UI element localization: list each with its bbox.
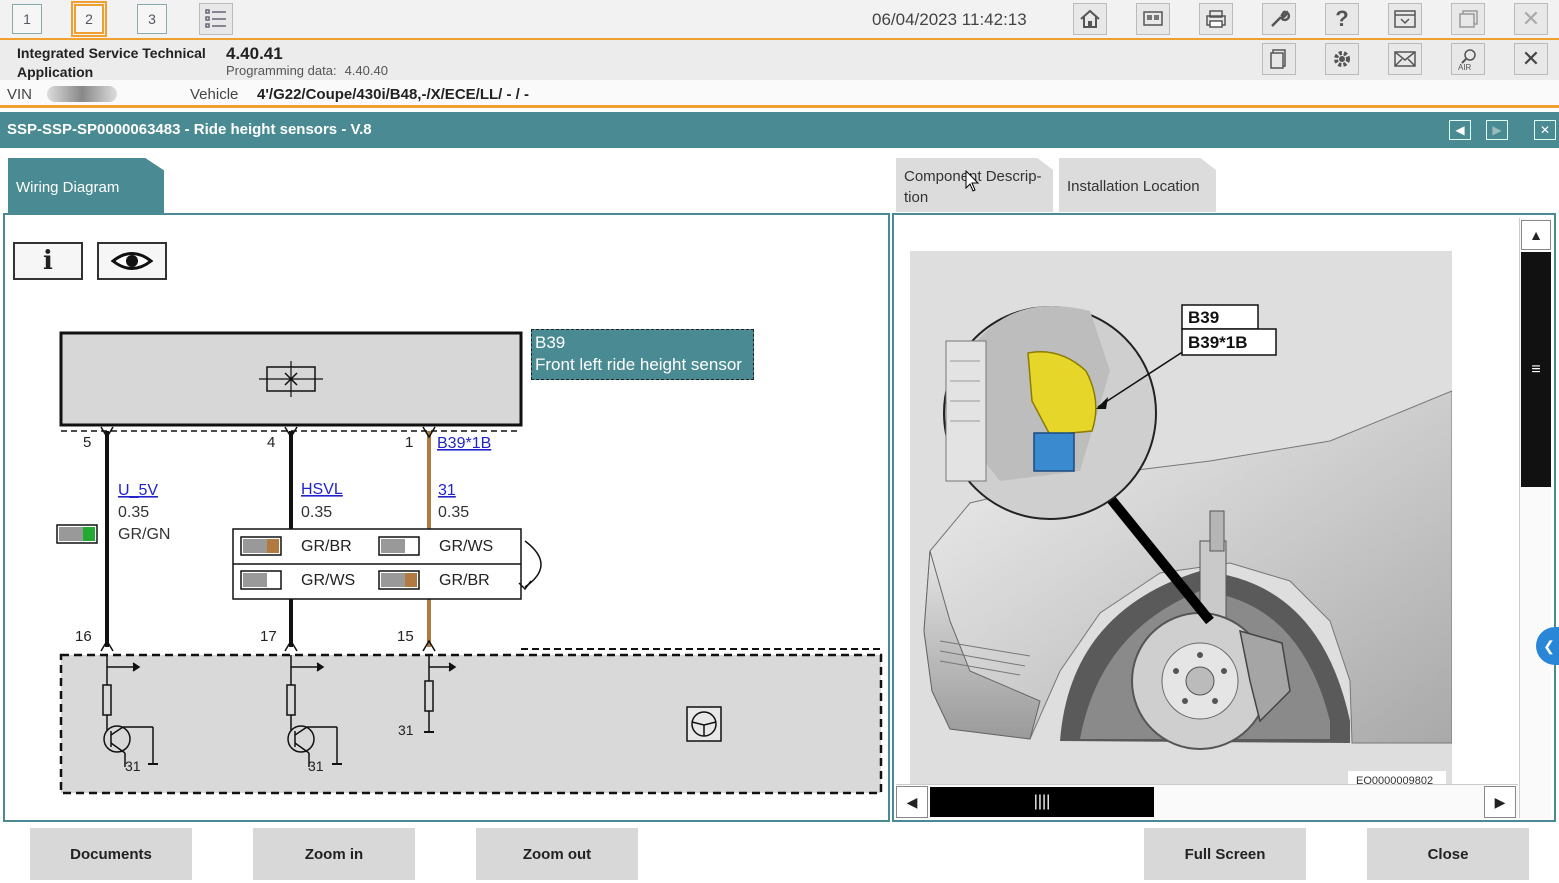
close-button[interactable]: Close: [1367, 828, 1529, 880]
air-search-icon[interactable]: AIR: [1451, 43, 1485, 75]
pin-top-1: 1: [405, 434, 413, 451]
close-session-icon[interactable]: ✕: [1514, 43, 1548, 75]
zoom-out-button[interactable]: Zoom out: [476, 828, 638, 880]
print-icon[interactable]: [1199, 3, 1233, 35]
home-icon[interactable]: [1073, 3, 1107, 35]
session-tab-3[interactable]: 3: [137, 4, 167, 34]
wiring-schematic: 5 4 1 B39*1B U_5V 0.35 GR/GN HSVL 0.35 3…: [56, 331, 883, 795]
pin-bottom-15: 15: [397, 628, 414, 645]
signal-31-link: 31: [438, 482, 456, 499]
document-title-bar: SSP-SSP-SP0000063483 - Ride height senso…: [0, 112, 1559, 148]
signal-u5v-color: GR/GN: [118, 526, 170, 543]
signal-hsvl-link: HSVL: [301, 481, 343, 498]
color-table-r2c1: GR/WS: [301, 572, 355, 589]
color-table-r2c2: GR/BR: [439, 572, 490, 589]
vehicle-value: 4'/G22/Coupe/430i/B48,-/X/ECE/LL/ - / -: [257, 86, 529, 103]
signal-u5v-link: U_5V: [118, 482, 158, 499]
steering-wheel-icon: [686, 706, 722, 742]
top-toolbar: 1 2 3 06/04/2023 11:42:13 ? ✕: [0, 0, 1559, 40]
pin-bottom-17: 17: [260, 628, 277, 645]
document-title: SSP-SSP-SP0000063483 - Ride height senso…: [7, 121, 372, 138]
mouse-cursor-icon: [965, 170, 980, 192]
ground-label-3: 31: [398, 722, 414, 738]
color-swatch-gr-gn: [56, 524, 98, 544]
previous-arrow-icon[interactable]: ◀: [1449, 120, 1471, 140]
horizontal-scrollbar[interactable]: ◀ |||| ▶: [896, 784, 1518, 818]
application-info-bar: Integrated Service Technical Application…: [0, 40, 1559, 80]
restore-window-icon[interactable]: [1451, 3, 1485, 35]
documents-button[interactable]: Documents: [30, 828, 192, 880]
mail-icon[interactable]: [1388, 43, 1422, 75]
vertical-scrollbar[interactable]: ▲ ≡: [1519, 218, 1551, 818]
minimize-window-icon[interactable]: [1388, 3, 1422, 35]
color-table-r1c1: GR/BR: [301, 538, 352, 555]
close-app-icon[interactable]: ✕: [1514, 3, 1548, 35]
wrench-icon[interactable]: [1262, 3, 1296, 35]
datetime-display: 06/04/2023 11:42:13: [872, 10, 1027, 29]
ground-label-2: 31: [308, 758, 324, 774]
close-document-icon[interactable]: ✕: [1534, 120, 1556, 140]
sensor-symbol-icon: [259, 361, 323, 397]
swap-arrow-icon: [524, 540, 542, 588]
scroll-up-arrow-icon[interactable]: ▲: [1521, 220, 1551, 250]
color-table-r1c2: GR/WS: [439, 538, 493, 555]
list-icon[interactable]: [199, 3, 233, 35]
document-icon[interactable]: [1262, 43, 1296, 75]
scroll-right-arrow-icon[interactable]: ▶: [1484, 786, 1516, 818]
horizontal-scroll-thumb[interactable]: ||||: [930, 787, 1154, 817]
wiring-diagram-panel: i 5 4 1 B39*1B U_5V 0.35 GR/GN HSVL 0.35…: [3, 213, 890, 822]
pin-top-5: 5: [83, 434, 91, 451]
ground-label-1: 31: [125, 758, 141, 774]
scroll-left-arrow-icon[interactable]: ◀: [896, 786, 928, 818]
application-version: 4.40.41: [226, 44, 283, 63]
sensor-connector-blue: [1033, 432, 1075, 472]
programming-data: Programming data: 4.40.40: [226, 63, 388, 78]
tab-installation-location[interactable]: Installation Location: [1059, 158, 1216, 212]
signal-hsvl-size: 0.35: [301, 504, 332, 521]
control-module-box: [59, 653, 883, 795]
component-highlight-label[interactable]: B39 Front left ride height sensor: [531, 329, 754, 380]
connector-link-b39-1b: B39*1B: [437, 435, 491, 452]
tab-wiring-diagram[interactable]: Wiring Diagram: [8, 158, 164, 214]
next-arrow-icon[interactable]: ▶: [1486, 120, 1508, 140]
full-screen-button[interactable]: Full Screen: [1144, 828, 1306, 880]
pin-bottom-16: 16: [75, 628, 92, 645]
vin-label: VIN: [7, 86, 33, 103]
installation-image-panel: B39 B39*1B EO0000009802: [892, 213, 1556, 822]
settings-gear-icon[interactable]: [1325, 43, 1359, 75]
callout-b39: B39: [1188, 308, 1219, 327]
installation-location-illustration: B39 B39*1B EO0000009802: [910, 251, 1452, 791]
signal-31-size: 0.35: [438, 504, 469, 521]
callout-b39-1b: B39*1B: [1188, 333, 1248, 352]
svg-text:AIR: AIR: [1458, 63, 1472, 71]
vin-redacted: [47, 86, 117, 102]
application-name: Integrated Service Technical Application: [17, 45, 206, 80]
zoom-in-button[interactable]: Zoom in: [253, 828, 415, 880]
session-tab-1[interactable]: 1: [12, 4, 42, 34]
signal-u5v-size: 0.35: [118, 504, 149, 521]
help-icon[interactable]: ?: [1325, 3, 1359, 35]
bottom-action-bar: Documents Zoom in Zoom out Full Screen C…: [0, 824, 1559, 883]
vehicle-bar: VIN Vehicle 4'/G22/Coupe/430i/B48,-/X/EC…: [0, 80, 1559, 108]
vehicle-label: Vehicle: [190, 86, 239, 103]
session-tab-2[interactable]: 2: [71, 1, 107, 37]
display-icon[interactable]: [1136, 3, 1170, 35]
pin-top-4: 4: [267, 434, 275, 451]
vertical-scroll-thumb[interactable]: ≡: [1521, 252, 1551, 487]
